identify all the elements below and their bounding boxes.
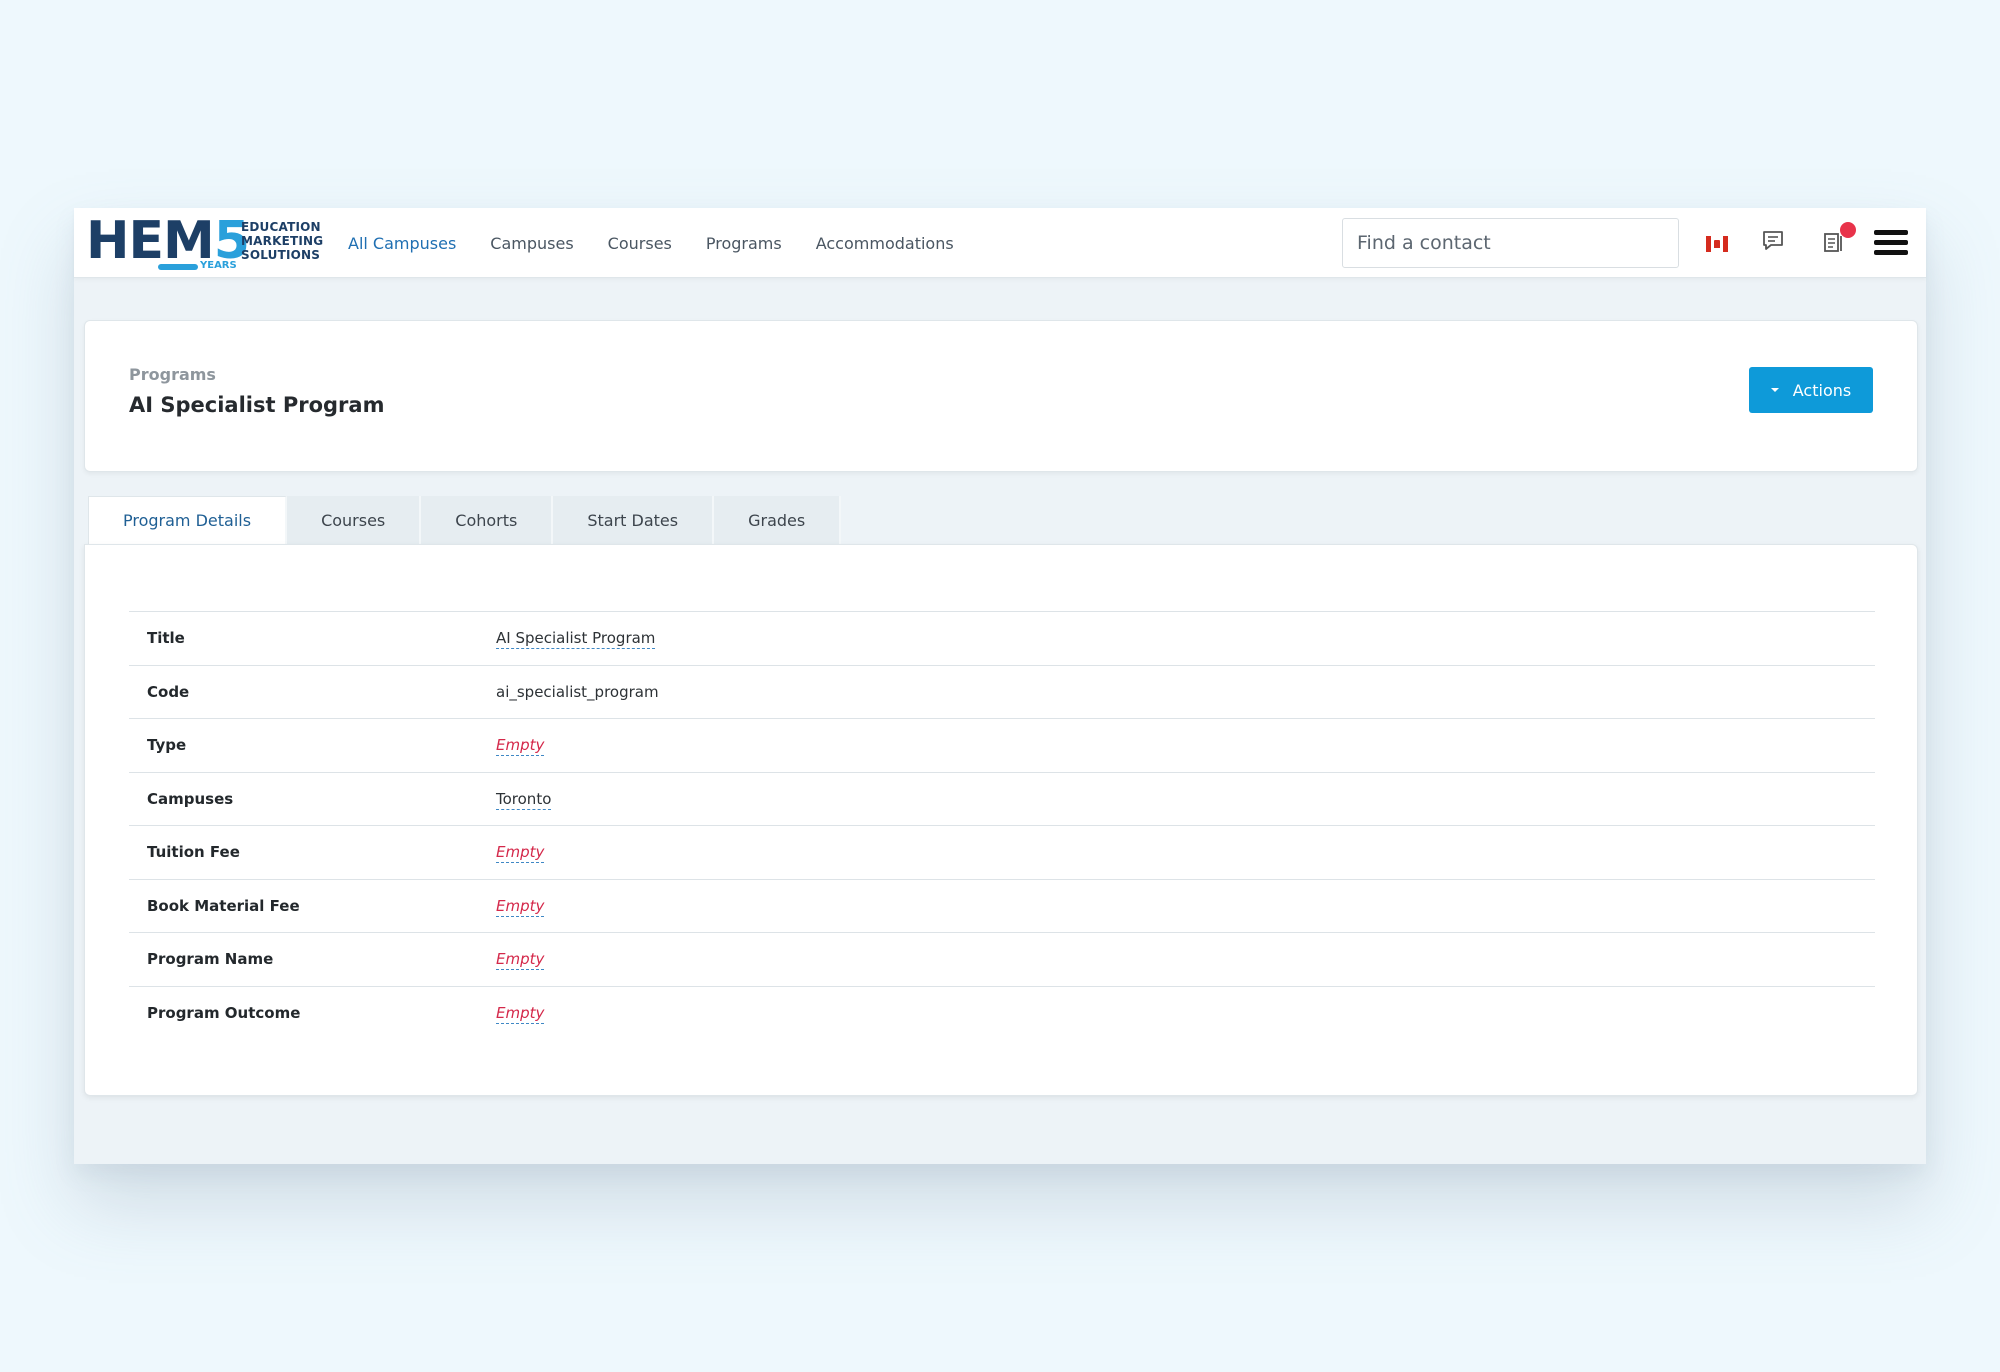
program-outcome-value[interactable]: Empty bbox=[496, 1003, 545, 1024]
hem-logo[interactable]: HEM5 EDUCATION MARKETING SOLUTIONS YEARS bbox=[86, 212, 323, 274]
nav-all-campuses[interactable]: All Campuses bbox=[348, 234, 456, 253]
caret-down-icon bbox=[1770, 388, 1779, 392]
code-value: ai_specialist_program bbox=[496, 682, 659, 701]
nav-campuses[interactable]: Campuses bbox=[490, 234, 573, 253]
field-label: Code bbox=[147, 682, 190, 701]
table-row: Tuition Fee Empty bbox=[129, 825, 1875, 879]
actions-label: Actions bbox=[1792, 380, 1852, 400]
field-label: Book Material Fee bbox=[147, 896, 300, 915]
program-tabs: Program Details Courses Cohorts Start Da… bbox=[88, 496, 842, 544]
tab-program-details[interactable]: Program Details bbox=[88, 496, 288, 544]
field-label: Type bbox=[147, 736, 187, 754]
table-row: Program Outcome Empty bbox=[129, 985, 1875, 1040]
logo-tagline: EDUCATION MARKETING SOLUTIONS bbox=[241, 220, 324, 262]
field-label: Program Outcome bbox=[147, 1003, 301, 1022]
title-value[interactable]: AI Specialist Program bbox=[496, 629, 656, 649]
page-header-card: Programs AI Specialist Program Actions bbox=[84, 320, 1918, 472]
notification-badge bbox=[1840, 222, 1856, 238]
app-window: HEM5 EDUCATION MARKETING SOLUTIONS YEARS… bbox=[74, 208, 1926, 1164]
program-details-panel: Title AI Specialist Program Code ai_spec… bbox=[84, 544, 1918, 1096]
tab-start-dates[interactable]: Start Dates bbox=[553, 496, 715, 544]
table-row: Program Name Empty bbox=[129, 932, 1875, 986]
contact-search-input[interactable] bbox=[1342, 218, 1679, 268]
nav-accommodations[interactable]: Accommodations bbox=[816, 234, 954, 253]
page-title: AI Specialist Program bbox=[129, 393, 385, 417]
table-row: Type Empty bbox=[129, 718, 1875, 772]
details-table: Title AI Specialist Program Code ai_spec… bbox=[129, 611, 1875, 1039]
table-row: Title AI Specialist Program bbox=[129, 611, 1875, 665]
program-name-value[interactable]: Empty bbox=[496, 950, 545, 970]
table-row: Code ai_specialist_program bbox=[129, 664, 1875, 719]
type-value[interactable]: Empty bbox=[496, 736, 545, 756]
tuition-fee-value[interactable]: Empty bbox=[496, 843, 545, 863]
tab-grades[interactable]: Grades bbox=[714, 496, 842, 544]
nav-courses[interactable]: Courses bbox=[608, 234, 672, 253]
actions-button[interactable]: Actions bbox=[1749, 367, 1873, 413]
canada-flag-icon[interactable] bbox=[1706, 236, 1728, 252]
campuses-value[interactable]: Toronto bbox=[496, 789, 552, 810]
field-label: Title bbox=[147, 629, 185, 647]
breadcrumb[interactable]: Programs bbox=[129, 365, 216, 384]
table-row: Campuses Toronto bbox=[129, 771, 1875, 826]
nav-programs[interactable]: Programs bbox=[706, 234, 782, 253]
tab-cohorts[interactable]: Cohorts bbox=[421, 496, 554, 544]
field-label: Tuition Fee bbox=[147, 843, 240, 861]
main-nav: All Campuses Campuses Courses Programs A… bbox=[348, 208, 988, 278]
chat-icon[interactable] bbox=[1760, 228, 1786, 254]
logo-years: YEARS bbox=[158, 260, 250, 272]
tab-courses[interactable]: Courses bbox=[287, 496, 422, 544]
top-navbar: HEM5 EDUCATION MARKETING SOLUTIONS YEARS… bbox=[74, 208, 1926, 278]
field-label: Campuses bbox=[147, 789, 234, 808]
hamburger-menu-icon[interactable] bbox=[1874, 228, 1908, 258]
field-label: Program Name bbox=[147, 950, 274, 968]
table-row: Book Material Fee Empty bbox=[129, 878, 1875, 933]
book-material-fee-value[interactable]: Empty bbox=[496, 896, 545, 917]
